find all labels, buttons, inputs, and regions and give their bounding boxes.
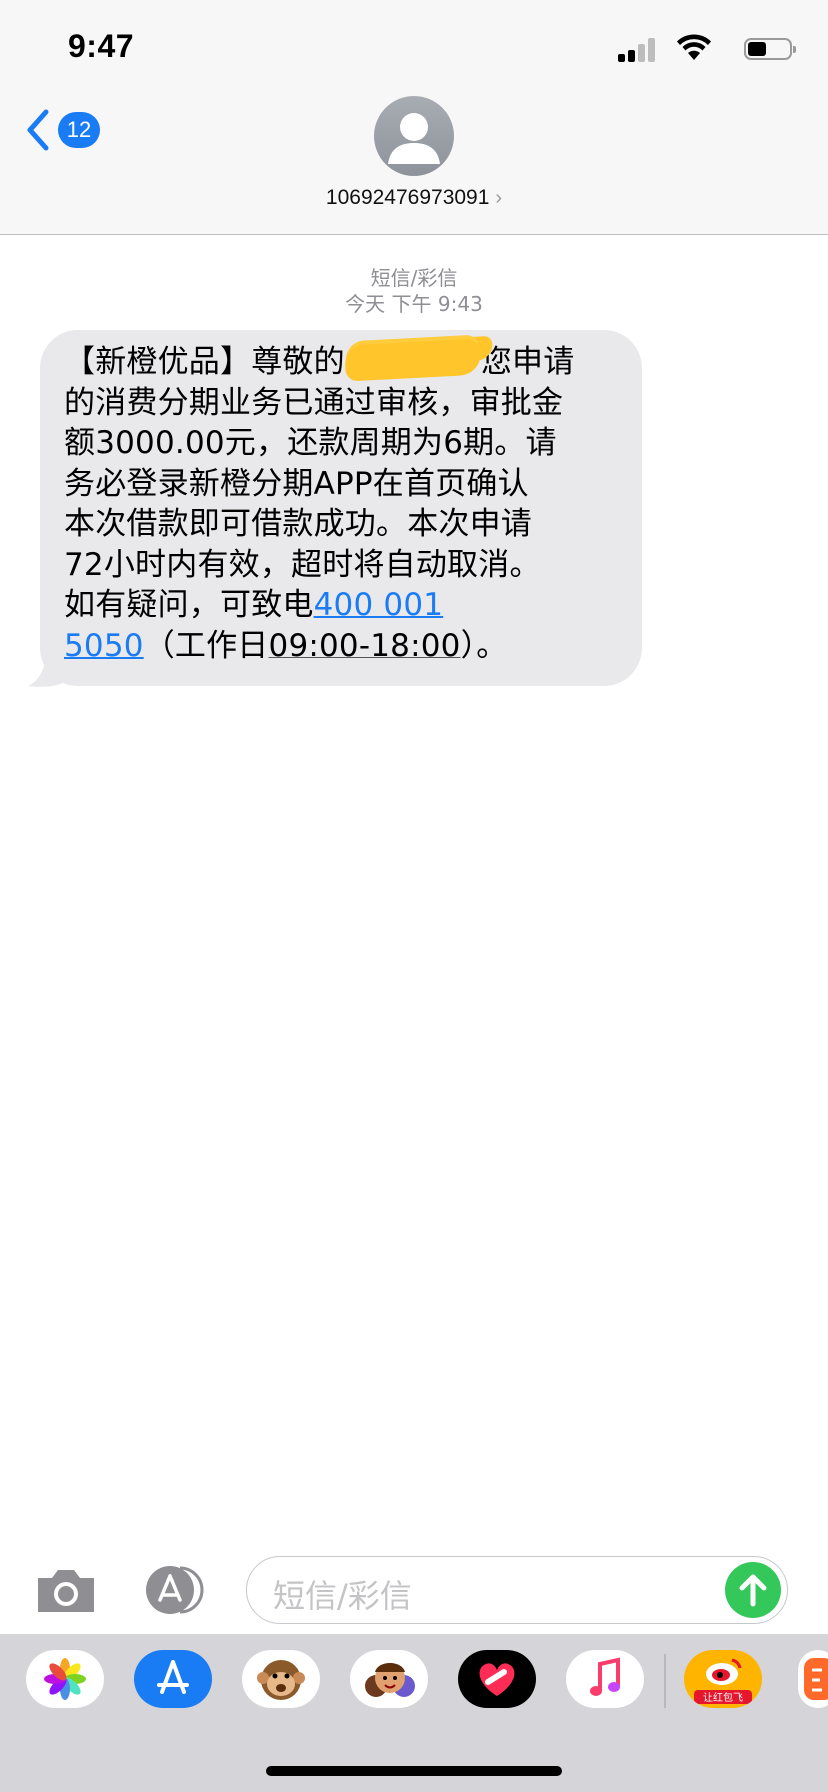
drawer-divider	[664, 1654, 666, 1708]
message-segment: 如有疑问，可致电	[64, 587, 314, 623]
battery-icon	[744, 38, 796, 60]
app-store-button[interactable]	[140, 1564, 212, 1616]
message-segment: ）。	[460, 627, 508, 664]
message-timestamp: 今天 下午 9:43	[345, 292, 483, 316]
app-store-app-icon[interactable]	[134, 1650, 212, 1708]
send-button[interactable]	[725, 1562, 781, 1618]
status-icons	[598, 34, 798, 62]
music-app-icon[interactable]	[566, 1650, 644, 1708]
message-bubble[interactable]: 【新橙优品】尊敬的 您申请 的消费分期业务已通过审核，审批金 额3000.00元，…	[40, 330, 642, 686]
message-line: 5050（工作日09:00-18:00）。	[64, 626, 622, 667]
message-line: 额3000.00元，还款周期为6期。请	[64, 425, 557, 461]
conversation-header: 9:47 12 10692476973091 ›	[0, 0, 828, 235]
hours-link[interactable]: 09:00-18:00	[269, 628, 461, 664]
message-segment: 您申请	[480, 344, 575, 380]
weibo-app-icon[interactable]: 让红包飞	[684, 1650, 762, 1708]
animoji-app-icon[interactable]	[242, 1650, 320, 1708]
phone-link[interactable]: 400 001	[314, 587, 444, 623]
digital-touch-app-icon[interactable]	[458, 1650, 536, 1708]
message-input-placeholder: 短信/彩信	[273, 1577, 412, 1615]
message-text: 【新橙优品】尊敬的 您申请 的消费分期业务已通过审核，审批金 额3000.00元，…	[64, 338, 622, 667]
chevron-left-icon	[27, 109, 49, 151]
arrow-up-icon	[739, 1574, 767, 1607]
cellular-signal-icon	[618, 38, 658, 62]
redaction-mark	[343, 338, 482, 382]
message-line: 的消费分期业务已通过审核，审批金	[64, 384, 564, 421]
partial-app-icon[interactable]	[798, 1650, 828, 1708]
unread-count-badge: 12	[58, 112, 100, 148]
service-label: 短信/彩信	[370, 266, 458, 290]
message-segment: 【新橙优品】尊敬的	[64, 344, 345, 380]
contact-name[interactable]: 10692476973091 ›	[0, 186, 828, 210]
camera-button[interactable]	[34, 1566, 98, 1614]
person-icon	[388, 113, 440, 164]
message-input[interactable]: 短信/彩信	[246, 1556, 788, 1624]
weibo-badge-text: 让红包飞	[703, 1691, 743, 1704]
message-segment: （工作日	[143, 627, 269, 664]
message-line: 【新橙优品】尊敬的 您申请	[64, 338, 622, 383]
home-indicator[interactable]	[266, 1766, 562, 1776]
status-time: 9:47	[68, 28, 135, 64]
message-line: 务必登录新橙分期APP在首页确认	[64, 465, 529, 502]
contact-avatar[interactable]	[374, 96, 454, 176]
chevron-right-icon: ›	[495, 187, 503, 209]
battery-level	[748, 42, 766, 56]
wifi-icon	[677, 34, 711, 60]
message-line: 本次借款即可借款成功。本次申请	[64, 506, 532, 542]
message-line: 72小时内有效，超时将自动取消。	[64, 546, 541, 583]
photos-app-icon[interactable]	[26, 1650, 104, 1708]
phone-link[interactable]: 5050	[64, 628, 144, 664]
memoji-app-icon[interactable]	[350, 1650, 428, 1708]
contact-number: 10692476973091	[325, 186, 490, 209]
message-line: 如有疑问，可致电400 001	[64, 585, 622, 626]
